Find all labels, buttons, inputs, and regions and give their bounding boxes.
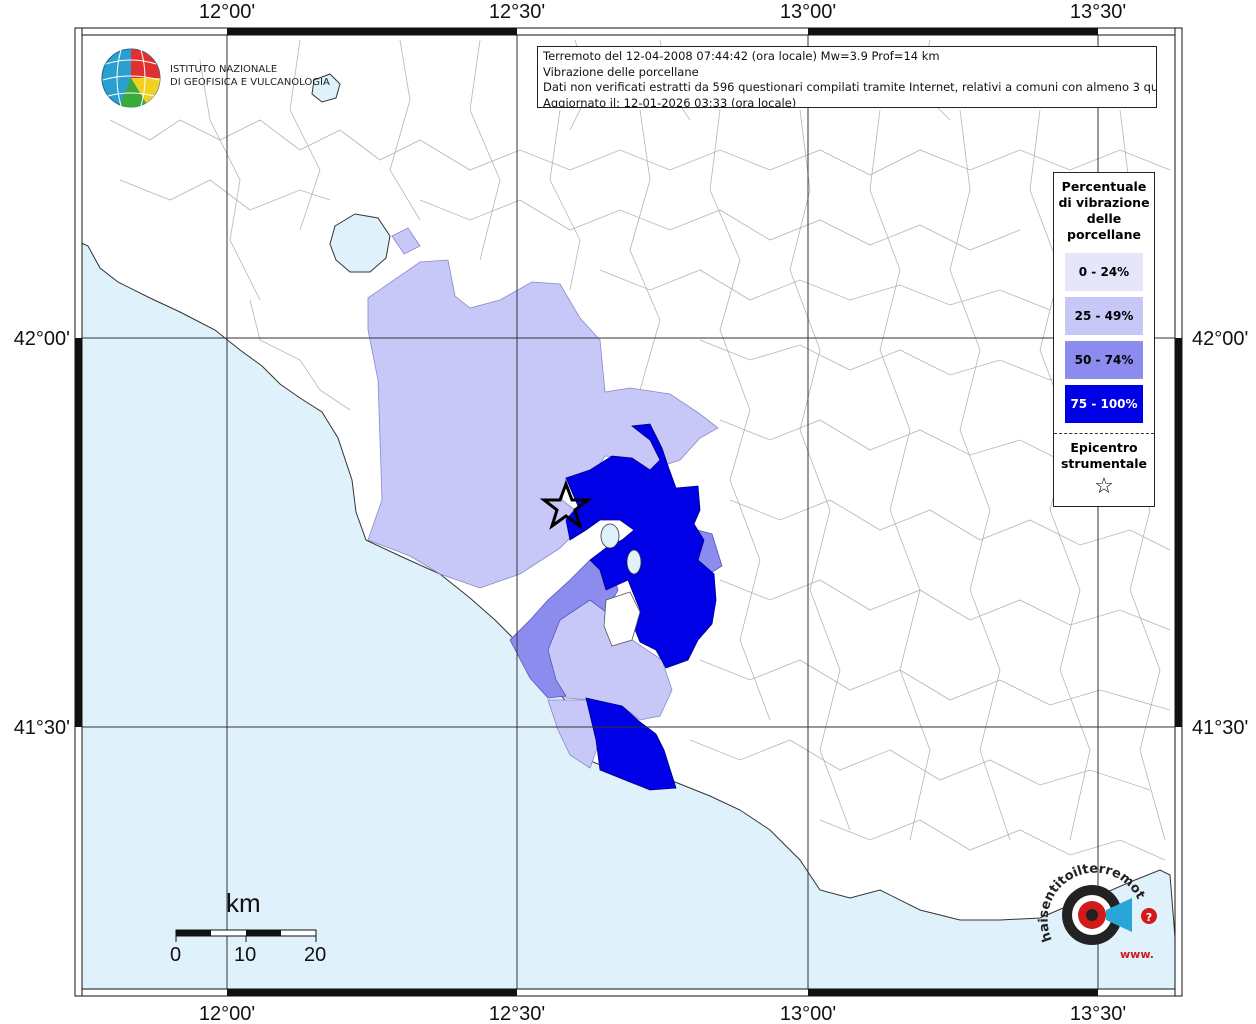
legend-item-25-49: 25 - 49% [1065,297,1143,335]
lat-label-right: 41°30' [1192,717,1248,739]
ingv-logo-line2: DI GEOFISICA E VULCANOLOGIA [170,77,330,88]
event-data-note: Dati non verificati estratti da 596 ques… [543,80,1157,95]
lake-nemi [626,549,642,575]
lon-label-top: 12°30' [489,1,545,23]
lat-label-left: 41°30' [14,717,70,739]
event-subtitle: Vibrazione delle porcellane [543,64,699,79]
lat-label-right: 42°00' [1192,328,1248,350]
ingv-logo-text: ISTITUTO NAZIONALE DI GEOFISICA E VULCAN… [170,63,330,89]
lon-label-top: 12°00' [199,1,255,23]
lon-label-bottom: 13°00' [780,1003,836,1024]
ingv-logo-icon [101,48,161,108]
event-updated: Aggiornato il: 12-01-2026 03:33 (ora loc… [543,95,797,108]
event-info-box: Terremoto del 12-04-2008 07:44:42 (ora l… [537,46,1157,108]
lake-albano [600,523,620,549]
legend-title: Percentuale di vibrazione delle porcella… [1058,179,1150,242]
legend-item-75-100: 75 - 100% [1065,385,1143,423]
scale-title: km [226,888,261,918]
scale-tick-20: 20 [304,944,327,966]
badge-www: www. [1120,948,1154,961]
legend-epicenter-label: Epicentro strumentale [1060,440,1148,471]
svg-text:?: ? [1146,911,1152,924]
lon-label-bottom: 12°30' [489,1003,545,1024]
intensity-map: 12°00' 12°30' 13°00' 13°30' 12°00' 12°30… [0,0,1248,1024]
legend-separator [1054,433,1154,434]
legend-item-0-24: 0 - 24% [1065,253,1143,291]
legend: Percentuale di vibrazione delle porcella… [1053,172,1155,507]
event-title: Terremoto del 12-04-2008 07:44:42 (ora l… [543,49,940,63]
legend-star-icon: ☆ [1094,474,1114,499]
scale-tick-10: 10 [234,944,257,966]
legend-item-50-74: 50 - 74% [1065,341,1143,379]
lon-label-bottom: 13°30' [1070,1003,1126,1024]
lon-label-top: 13°30' [1070,1,1126,23]
lon-label-top: 13°00' [780,1,836,23]
ingv-logo-line1: ISTITUTO NAZIONALE [170,64,278,75]
lat-label-left: 42°00' [14,328,70,350]
scale-tick-0: 0 [170,944,182,966]
lon-label-bottom: 12°00' [199,1003,255,1024]
